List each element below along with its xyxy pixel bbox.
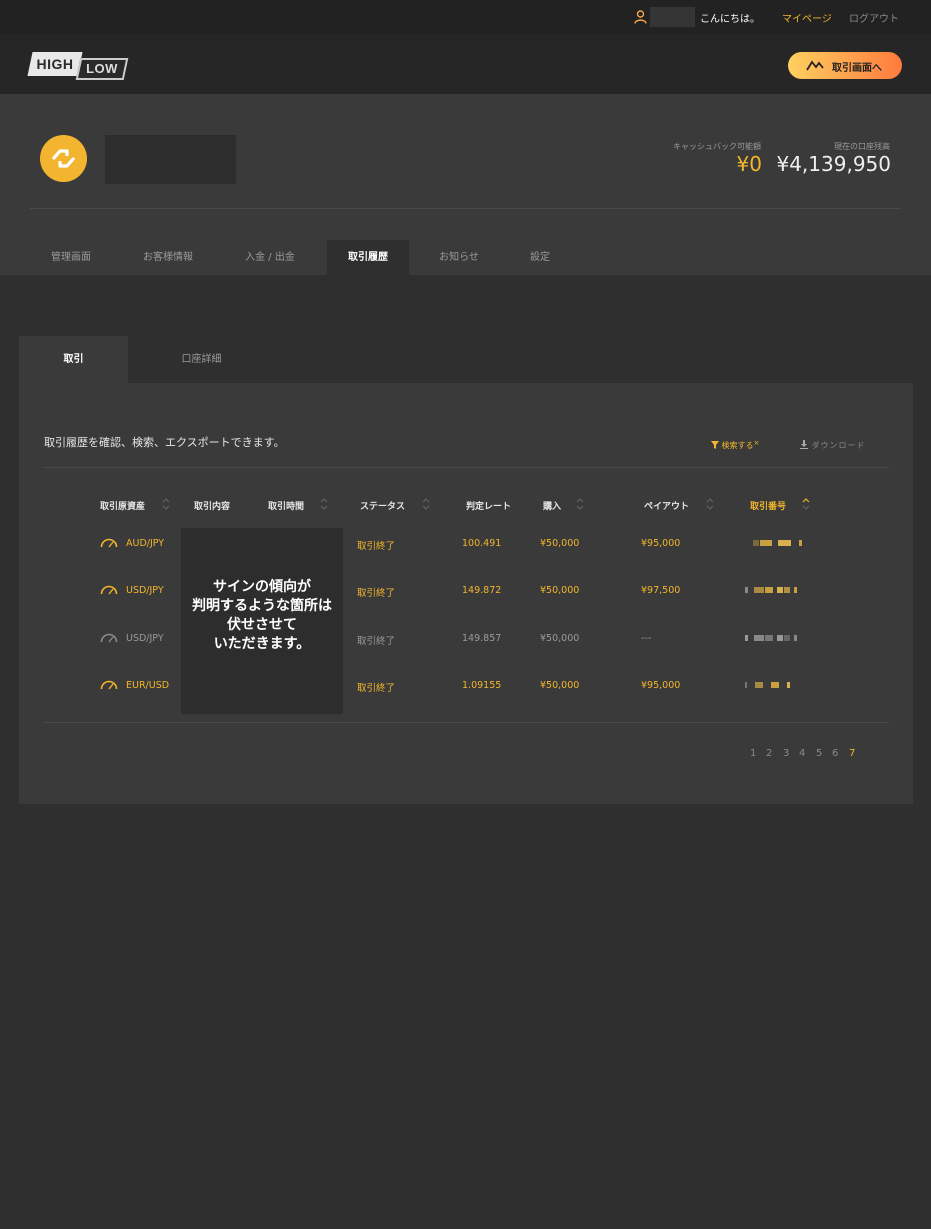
cashback-value: ¥0 <box>736 152 762 176</box>
header-trade-time[interactable]: 取引時間 <box>268 499 304 512</box>
sort-up-active-icon[interactable] <box>801 497 811 511</box>
row-rate: 149.857 <box>462 633 502 644</box>
mypage-link[interactable]: マイページ <box>782 10 832 25</box>
account-avatar <box>40 135 87 182</box>
row-status: 取引終了 <box>357 683 396 694</box>
gauge-icon <box>100 680 118 690</box>
top-bar: こんにちは。 マイページ ログアウト <box>0 0 931 34</box>
username-redacted <box>650 7 695 27</box>
gauge-icon <box>100 538 118 548</box>
highlow-logo[interactable]: HIGH LOW <box>27 52 129 80</box>
account-section: キャッシュバック可能額 ¥0 現在の口座残高 ¥4,139,950 管理画面 お… <box>0 94 931 275</box>
divider <box>43 722 889 723</box>
row-purchase: ¥50,000 <box>540 538 580 549</box>
gauge-icon <box>100 633 118 643</box>
row-rate: 1.09155 <box>462 680 502 691</box>
header-asset[interactable]: 取引原資産 <box>100 499 145 512</box>
filter-icon <box>711 441 719 449</box>
row-payout: ¥95,000 <box>641 538 681 549</box>
cashback-label: キャッシュバック可能額 <box>673 142 761 151</box>
row-purchase: ¥50,000 <box>540 633 580 644</box>
page-link-5[interactable]: 5 <box>816 748 822 759</box>
download-icon <box>800 440 808 449</box>
page-link-4[interactable]: 4 <box>799 748 805 759</box>
trade-screen-button-label: 取引画面へ <box>832 63 882 74</box>
row-payout: --- <box>641 633 652 644</box>
trade-screen-button[interactable]: 取引画面へ <box>788 52 902 79</box>
tab-deposit-withdraw[interactable]: 入金 / 出金 <box>226 240 314 275</box>
tab-notices[interactable]: お知らせ <box>424 240 494 275</box>
tab-trade-history[interactable]: 取引履歴 <box>327 240 409 275</box>
search-button[interactable]: 検索する× <box>711 439 760 451</box>
header-payout[interactable]: ペイアウト <box>644 499 689 512</box>
trade-id-redacted <box>745 634 797 642</box>
trade-id-redacted <box>745 681 790 689</box>
subtab-trades[interactable]: 取引 <box>19 336 128 383</box>
page-link-3[interactable]: 3 <box>783 748 789 759</box>
account-name-redacted <box>105 135 236 184</box>
row-purchase: ¥50,000 <box>540 680 580 691</box>
divider <box>43 467 889 468</box>
tab-dashboard[interactable]: 管理画面 <box>30 240 112 275</box>
close-icon[interactable]: × <box>754 439 760 447</box>
user-icon <box>634 10 647 24</box>
sort-icon[interactable] <box>421 497 431 511</box>
balance-value: ¥4,139,950 <box>776 152 891 176</box>
download-button-label: ダウンロード <box>811 441 866 450</box>
trade-id-redacted <box>745 586 797 594</box>
row-asset: AUD/JPY <box>126 538 165 549</box>
page-link-1[interactable]: 1 <box>750 748 756 759</box>
row-asset: EUR/USD <box>126 680 170 691</box>
greeting-text: こんにちは。 <box>700 14 760 25</box>
subtab-account-details[interactable]: 口座詳細 <box>128 336 275 383</box>
page-link-7-current[interactable]: 7 <box>849 748 855 759</box>
trade-id-redacted <box>753 539 802 547</box>
header-trade-id[interactable]: 取引番号 <box>750 499 786 512</box>
row-payout: ¥95,000 <box>641 680 681 691</box>
divider <box>30 208 901 209</box>
page-link-2[interactable]: 2 <box>766 748 772 759</box>
exchange-icon <box>51 149 76 168</box>
sort-icon[interactable] <box>705 497 715 511</box>
row-asset: USD/JPY <box>126 633 164 644</box>
balance-label: 現在の口座残高 <box>834 142 890 151</box>
logout-link[interactable]: ログアウト <box>849 10 899 25</box>
row-payout: ¥97,500 <box>641 585 681 596</box>
header-purchase[interactable]: 購入 <box>543 499 561 512</box>
tab-customer-info[interactable]: お客様情報 <box>126 240 210 275</box>
sort-icon[interactable] <box>575 497 585 511</box>
row-asset: USD/JPY <box>126 585 164 596</box>
redaction-box: サインの傾向が 判明するような箇所は 伏せさせて いただきます。 <box>181 528 343 714</box>
header-judge-rate: 判定レート <box>466 502 512 512</box>
row-rate: 100.491 <box>462 538 502 549</box>
row-status: 取引終了 <box>357 588 396 599</box>
search-button-label: 検索する <box>721 441 754 450</box>
header: HIGH LOW 取引画面へ <box>0 34 931 94</box>
row-status: 取引終了 <box>357 636 396 647</box>
download-button[interactable]: ダウンロード <box>800 440 866 451</box>
sort-icon[interactable] <box>161 497 171 511</box>
tab-settings[interactable]: 設定 <box>518 240 562 275</box>
page-link-6[interactable]: 6 <box>832 748 838 759</box>
header-status[interactable]: ステータス <box>360 499 405 512</box>
redaction-note: サインの傾向が 判明するような箇所は 伏せさせて いただきます。 <box>192 579 332 652</box>
sort-icon[interactable] <box>319 497 329 511</box>
gauge-icon <box>100 585 118 595</box>
header-trade-content: 取引内容 <box>194 502 231 512</box>
chart-line-icon <box>806 60 824 71</box>
intro-text: 取引履歴を確認、検索、エクスポートできます。 <box>44 436 285 449</box>
row-rate: 149.872 <box>462 585 502 596</box>
row-status: 取引終了 <box>357 541 396 552</box>
row-purchase: ¥50,000 <box>540 585 580 596</box>
trade-history-panel: 取引履歴を確認、検索、エクスポートできます。 検索する× ダウンロード 取引原資… <box>19 383 913 804</box>
